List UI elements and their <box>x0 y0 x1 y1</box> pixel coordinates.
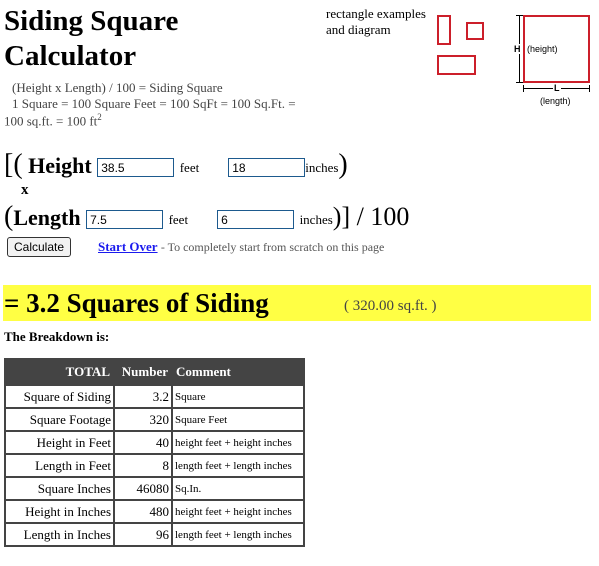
length-feet-unit: feet <box>168 211 189 227</box>
h-label: H <box>514 44 521 54</box>
row-comment: height feet + height inches <box>173 501 303 522</box>
height-inches-unit: inches <box>305 159 339 175</box>
result-square-feet: ( 320.00 sq.ft. ) <box>344 298 437 314</box>
calculate-button[interactable]: Calculate <box>7 237 72 257</box>
page-title: Siding Square Calculator <box>4 4 178 74</box>
row-number: 8 <box>115 455 171 476</box>
row-number: 480 <box>115 501 171 522</box>
diagram-label: rectangle examples and diagram <box>326 6 426 37</box>
length-label: (length) <box>540 96 571 106</box>
length-label: Length <box>13 205 81 230</box>
wide-rectangle-example <box>437 55 476 75</box>
result-squares: = 3.2 Squares of Siding <box>4 288 269 318</box>
row-number: 46080 <box>115 478 171 499</box>
close-paren: ) <box>338 149 348 180</box>
formula-line-1: (Height x Length) / 100 = Siding Square <box>12 80 223 95</box>
height-label: (height) <box>527 44 558 54</box>
table-row: Square Footage 320 Square Feet <box>6 409 303 430</box>
formula-text: (Height x Length) / 100 = Siding Square … <box>12 80 296 112</box>
row-label: Square Inches <box>6 478 113 499</box>
row-number: 96 <box>115 524 171 545</box>
height-inches-input[interactable] <box>228 158 306 178</box>
breakdown-heading: The Breakdown is: <box>4 329 110 344</box>
row-label: Square Footage <box>6 409 113 430</box>
title-line-2: Calculator <box>4 40 137 72</box>
row-number: 3.2 <box>115 386 171 407</box>
length-dimension-cap-right <box>589 85 590 92</box>
length-inches-unit: inches <box>299 211 333 227</box>
open-brackets: [( <box>4 149 23 180</box>
height-feet-unit: feet <box>179 159 200 175</box>
superscript-2: 2 <box>97 112 102 122</box>
row-number: 40 <box>115 432 171 453</box>
formula-line-3: 100 sq.ft. = 100 ft2 <box>4 112 102 129</box>
row-comment: Sq.In. <box>173 478 303 499</box>
row-comment: length feet + length inches <box>173 455 303 476</box>
l-label: L <box>553 83 561 93</box>
table-row: Square of Siding 3.2 Square <box>6 386 303 407</box>
multiply-sign: x <box>21 182 29 198</box>
table-header-row: TOTAL Number Comment <box>6 360 303 384</box>
height-dimension-cap-bottom <box>516 82 523 83</box>
table-row: Length in Inches 96 length feet + length i… <box>6 524 303 545</box>
open-paren: ( <box>4 201 14 232</box>
height-label: Height <box>28 153 92 178</box>
row-label: Length in Feet <box>6 455 113 476</box>
table-row: Height in Inches 480 height feet + height … <box>6 501 303 522</box>
row-label: Height in Inches <box>6 501 113 522</box>
length-dimension-cap-left <box>523 85 524 92</box>
length-feet-input[interactable] <box>86 210 164 230</box>
start-over-note: - To completely start from scratch on th… <box>160 240 385 254</box>
square-rectangle-example <box>466 22 484 40</box>
tall-rectangle-example <box>437 15 451 45</box>
table-row: Length in Feet 8 length feet + length inch… <box>6 455 303 476</box>
column-header-comment: Comment <box>173 360 303 384</box>
row-comment: length feet + length inches <box>173 524 303 545</box>
row-comment: Square <box>173 386 303 407</box>
height-row: [( Height feet inches) <box>4 149 348 181</box>
start-over-row: Start Over - To completely start from sc… <box>98 239 384 255</box>
height-dimension-cap-top <box>516 15 523 16</box>
title-line-1: Siding Square <box>4 5 179 37</box>
table-row: Height in Feet 40 height feet + height inc… <box>6 432 303 453</box>
length-inches-input[interactable] <box>217 210 295 230</box>
height-feet-input[interactable] <box>97 158 175 178</box>
row-label: Square of Siding <box>6 386 113 407</box>
column-header-total: TOTAL <box>6 360 113 384</box>
breakdown-table: TOTAL Number Comment Square of Siding 3.2… <box>4 358 305 547</box>
length-row: (Length feet inches)] / 100 <box>4 201 410 233</box>
row-number: 320 <box>115 409 171 430</box>
row-label: Height in Feet <box>6 432 113 453</box>
row-label: Length in Inches <box>6 524 113 545</box>
start-over-link[interactable]: Start Over <box>98 239 158 254</box>
column-header-number: Number <box>115 360 171 384</box>
close-divide-100: )] / 100 <box>332 202 410 231</box>
formula-line-2: 1 Square = 100 Square Feet = 100 SqFt = … <box>12 96 296 111</box>
row-comment: height feet + height inches <box>173 432 303 453</box>
table-row: Square Inches 46080 Sq.In. <box>6 478 303 499</box>
row-comment: Square Feet <box>173 409 303 430</box>
